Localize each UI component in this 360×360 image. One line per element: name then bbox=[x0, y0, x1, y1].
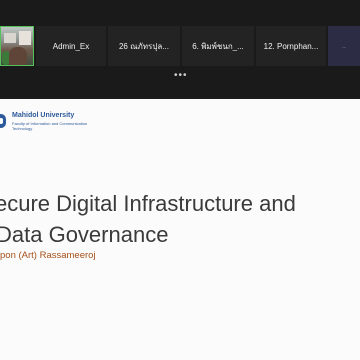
participant-tile-4[interactable]: 12. Pornphan... bbox=[256, 26, 326, 66]
participant-strip: Admin_Ex 26 ณภัทรปุล... 6. พิมพ์ชนก_... … bbox=[0, 0, 360, 98]
participant-name: 12. Pornphan... bbox=[263, 41, 319, 51]
faculty-name: Faculty of Information and Communication… bbox=[12, 121, 88, 131]
video-person bbox=[9, 47, 27, 65]
participant-name: 6. พิมพ์ชนก_... bbox=[192, 41, 244, 51]
slide-title: ecure Digital Infrastructure and Data Go… bbox=[0, 188, 360, 250]
participant-tile-3[interactable]: 6. พิมพ์ชนก_... bbox=[182, 26, 254, 66]
participant-name: 26 ณภัทรปุล... bbox=[118, 41, 170, 51]
participant-tile-2[interactable]: 26 ณภัทรปุล... bbox=[108, 26, 180, 66]
slide-title-line-2: Data Governance bbox=[0, 222, 169, 247]
video-frame-art bbox=[4, 33, 16, 43]
participant-tile-1[interactable]: Admin_Ex bbox=[36, 26, 106, 66]
video-frame-art bbox=[19, 31, 31, 45]
presenter-name: pon (Art) Rassameeroj bbox=[0, 250, 96, 261]
participant-tile-5[interactable]: ... bbox=[328, 26, 360, 66]
university-name: Mahidol University bbox=[12, 112, 75, 119]
participant-name: Admin_Ex bbox=[52, 41, 90, 51]
participant-video-tile[interactable] bbox=[0, 26, 34, 66]
slide-title-line-1: ecure Digital Infrastructure and bbox=[0, 191, 296, 216]
participant-name: ... bbox=[342, 43, 346, 49]
more-participants-button[interactable]: ••• bbox=[174, 70, 188, 81]
